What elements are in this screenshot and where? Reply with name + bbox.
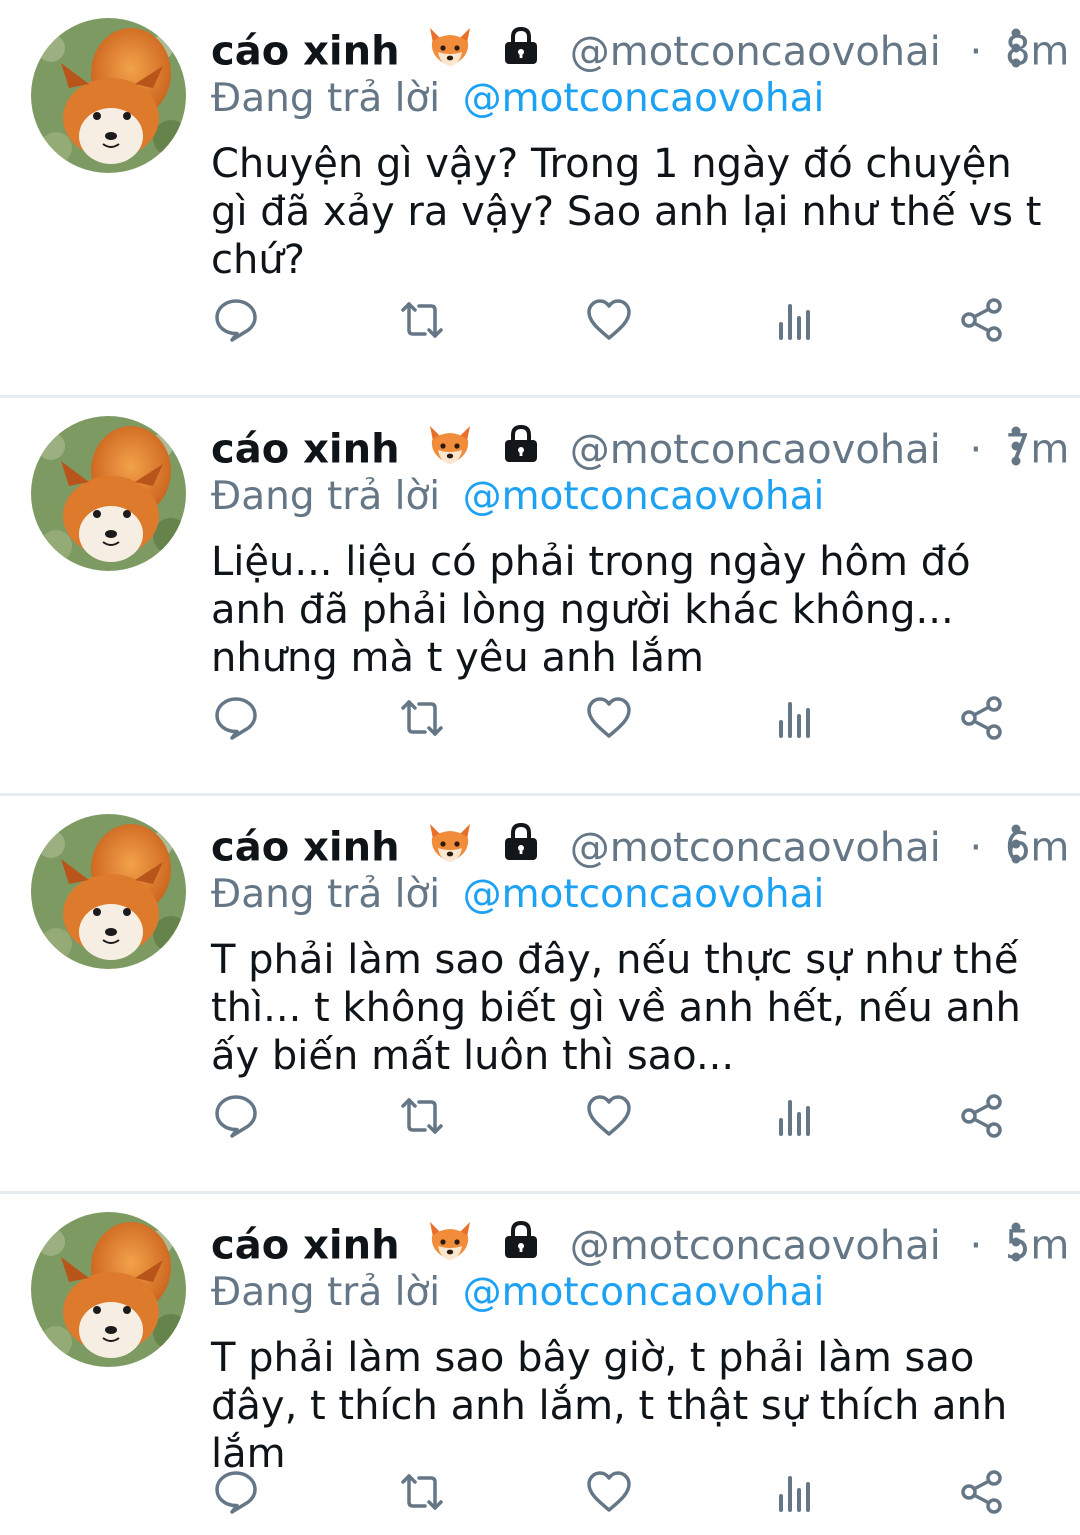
more-vertical-icon[interactable] bbox=[1006, 426, 1026, 466]
tweet-text: T phải làm sao bây giờ, t phải làm sao đ… bbox=[211, 1335, 1008, 1477]
avatar[interactable] bbox=[31, 18, 186, 173]
reply-icon[interactable] bbox=[212, 1092, 260, 1140]
username-handle[interactable]: @motconcaovohai bbox=[570, 825, 941, 871]
retweet-icon[interactable] bbox=[398, 296, 446, 344]
separator-dot: · bbox=[969, 1222, 983, 1269]
avatar[interactable] bbox=[31, 416, 186, 571]
replying-label: Đang trả lời bbox=[211, 474, 441, 519]
like-icon[interactable] bbox=[585, 296, 633, 344]
replying-to: Đang trả lời @motconcaovohai bbox=[211, 1266, 824, 1320]
tweet-header: cáo xinh @motconcaovohai · 6m bbox=[211, 818, 1069, 874]
display-name[interactable]: cáo xinh bbox=[211, 1223, 400, 1269]
tweet-text: Chuyện gì vậy? Trong 1 ngày đó chuyện gì… bbox=[211, 141, 1042, 283]
replying-label: Đang trả lời bbox=[211, 76, 441, 121]
tweet-header: cáo xinh @motconcaovohai · 8m bbox=[211, 22, 1069, 78]
reply-icon[interactable] bbox=[212, 296, 260, 344]
tweet-actions bbox=[0, 1468, 1080, 1518]
separator-dot: · bbox=[969, 28, 983, 75]
share-icon[interactable] bbox=[958, 694, 1006, 742]
like-icon[interactable] bbox=[585, 1468, 633, 1516]
display-name[interactable]: cáo xinh bbox=[211, 29, 400, 75]
replying-to: Đang trả lời @motconcaovohai bbox=[211, 470, 824, 524]
avatar[interactable] bbox=[31, 1212, 186, 1367]
tweet-actions bbox=[0, 694, 1080, 744]
like-icon[interactable] bbox=[585, 694, 633, 742]
share-icon[interactable] bbox=[958, 1092, 1006, 1140]
tweet-header: cáo xinh @motconcaovohai · 5m bbox=[211, 1216, 1069, 1272]
tweet[interactable]: cáo xinh @motconcaovohai · 5m Đang trả l… bbox=[0, 1194, 1080, 1535]
username-handle[interactable]: @motconcaovohai bbox=[570, 29, 941, 75]
tweet-actions bbox=[0, 296, 1080, 346]
like-icon[interactable] bbox=[585, 1092, 633, 1140]
avatar[interactable] bbox=[31, 814, 186, 969]
tweet[interactable]: cáo xinh @motconcaovohai · 8m Đang trả l… bbox=[0, 0, 1080, 398]
analytics-icon[interactable] bbox=[771, 694, 819, 742]
share-icon[interactable] bbox=[958, 296, 1006, 344]
replying-label: Đang trả lời bbox=[211, 872, 441, 917]
analytics-icon[interactable] bbox=[771, 296, 819, 344]
replying-label: Đang trả lời bbox=[211, 1270, 441, 1315]
reply-icon[interactable] bbox=[212, 694, 260, 742]
tweet[interactable]: cáo xinh @motconcaovohai · 6m Đang trả l… bbox=[0, 796, 1080, 1194]
more-vertical-icon[interactable] bbox=[1006, 28, 1026, 68]
replying-to: Đang trả lời @motconcaovohai bbox=[211, 72, 824, 126]
replying-mention-link[interactable]: @motconcaovohai bbox=[463, 872, 825, 917]
display-name[interactable]: cáo xinh bbox=[211, 825, 400, 871]
more-vertical-icon[interactable] bbox=[1006, 1222, 1026, 1262]
username-handle[interactable]: @motconcaovohai bbox=[570, 1223, 941, 1269]
analytics-icon[interactable] bbox=[771, 1468, 819, 1516]
share-icon[interactable] bbox=[958, 1468, 1006, 1516]
tweet-header: cáo xinh @motconcaovohai · 7m bbox=[211, 420, 1069, 476]
replying-mention-link[interactable]: @motconcaovohai bbox=[463, 474, 825, 519]
more-vertical-icon[interactable] bbox=[1006, 824, 1026, 864]
replying-to: Đang trả lời @motconcaovohai bbox=[211, 868, 824, 922]
retweet-icon[interactable] bbox=[398, 1468, 446, 1516]
tweet-text: Liệu... liệu có phải trong ngày hôm đó a… bbox=[211, 539, 971, 681]
separator-dot: · bbox=[969, 426, 983, 473]
separator-dot: · bbox=[969, 824, 983, 871]
retweet-icon[interactable] bbox=[398, 694, 446, 742]
tweet-text: T phải làm sao đây, nếu thực sự như thế … bbox=[211, 937, 1021, 1079]
display-name[interactable]: cáo xinh bbox=[211, 427, 400, 473]
username-handle[interactable]: @motconcaovohai bbox=[570, 427, 941, 473]
reply-icon[interactable] bbox=[212, 1468, 260, 1516]
retweet-icon[interactable] bbox=[398, 1092, 446, 1140]
tweet[interactable]: cáo xinh @motconcaovohai · 7m Đang trả l… bbox=[0, 398, 1080, 796]
replying-mention-link[interactable]: @motconcaovohai bbox=[463, 1270, 825, 1315]
analytics-icon[interactable] bbox=[771, 1092, 819, 1140]
replying-mention-link[interactable]: @motconcaovohai bbox=[463, 76, 825, 121]
tweet-actions bbox=[0, 1092, 1080, 1142]
